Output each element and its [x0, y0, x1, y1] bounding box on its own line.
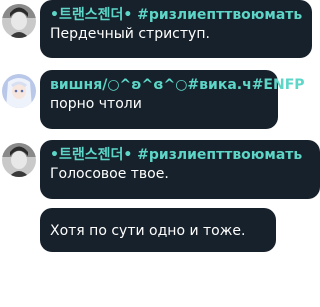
user-avatar[interactable] — [2, 74, 36, 108]
message-bubble[interactable]: •트랜스젠더• #ризлиепттвоюмать Голосовое твое… — [40, 140, 320, 199]
sender-name[interactable]: •트랜스젠더• #ризлиепттвоюмать — [50, 146, 310, 164]
user-avatar[interactable] — [2, 143, 36, 177]
message-text: Голосовое твое. — [50, 166, 169, 182]
message-text: Хотя по сути одно и тоже. — [50, 223, 246, 239]
message-text: Пердечный стриступ. — [50, 26, 210, 42]
chat-message-list: •트랜스젠더• #ризлиепттвоюмать Пердечный стри… — [0, 0, 320, 307]
message-bubble[interactable]: •트랜스젠더• #ризлиепттвоюмать Пердечный стри… — [40, 0, 312, 58]
sender-name[interactable]: вишня/○^ʚ^ɞ^○#вика.ч#ENFP — [50, 76, 305, 94]
message-bubble[interactable]: Хотя по сути одно и тоже. — [40, 208, 276, 252]
message-text: порно чтоли — [50, 96, 142, 112]
sender-name[interactable]: •트랜스젠더• #ризлиепттвоюмать — [50, 6, 302, 24]
message-bubble[interactable]: вишня/○^ʚ^ɞ^○#вика.ч#ENFP порно чтоли — [40, 70, 305, 129]
user-avatar[interactable] — [2, 4, 36, 38]
